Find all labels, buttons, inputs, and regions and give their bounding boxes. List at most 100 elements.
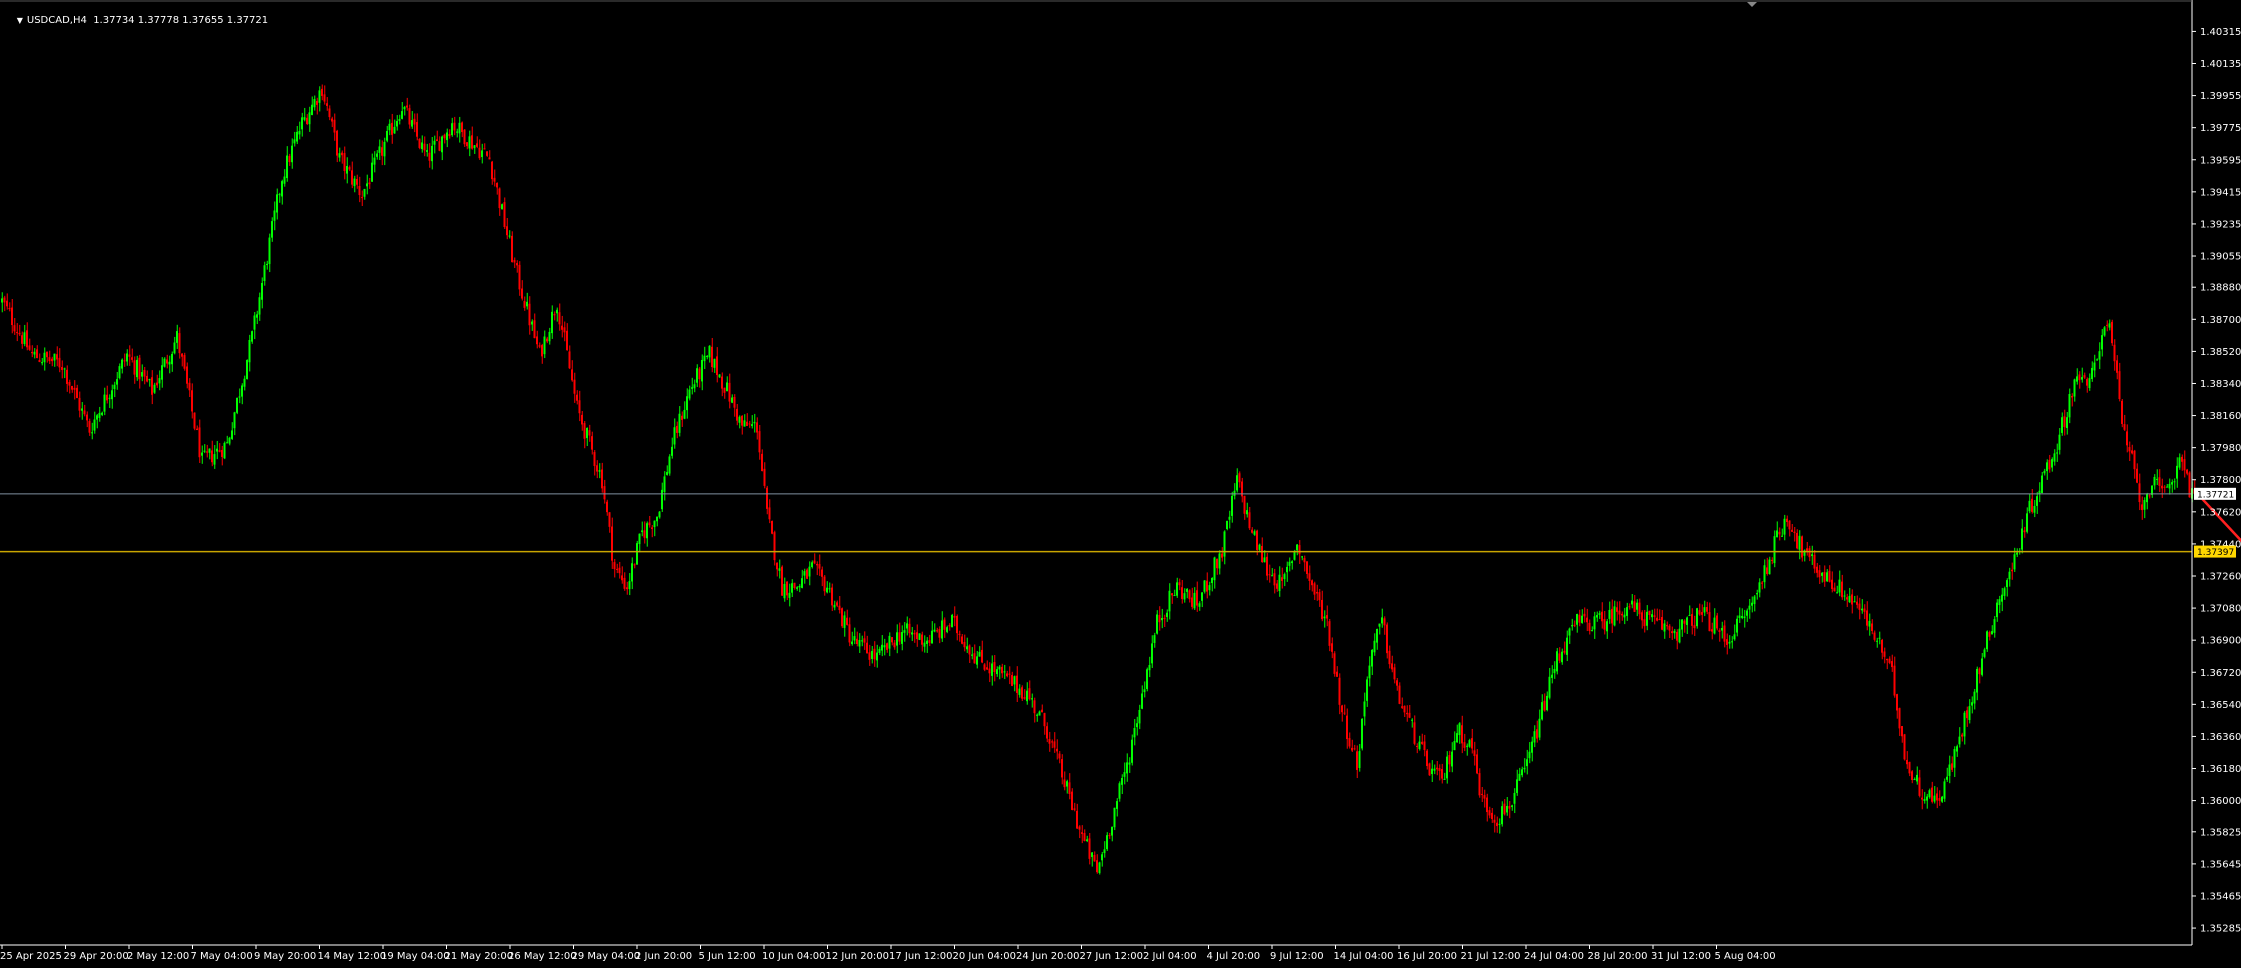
y-tick-label: 1.35465 (2200, 891, 2241, 902)
candle-body (1171, 593, 1173, 596)
chart-window[interactable]: 1.40315 1.40135 1.39955 1.39775 1.39595 1.394… (0, 0, 2241, 968)
candle-body (2183, 459, 2186, 471)
candle-body (1491, 812, 1493, 820)
candle-body (993, 662, 996, 673)
candle-body (1543, 700, 1546, 711)
candle-body (1273, 573, 1276, 586)
candle-body (1918, 777, 1921, 796)
candle-body (996, 669, 998, 675)
candle-body (251, 331, 253, 342)
candle-body (486, 151, 488, 156)
candle-body (1648, 610, 1651, 615)
candle-body (476, 143, 478, 147)
candle-body (1481, 793, 1483, 795)
candle-body (1311, 580, 1313, 586)
candle-body (1861, 608, 1863, 611)
candle-body (1353, 748, 1356, 750)
candle-body (491, 161, 493, 180)
candle-body (1781, 535, 1783, 537)
candle-body (858, 639, 861, 647)
candle-body (1681, 619, 1683, 630)
candle-body (626, 587, 628, 590)
candle-body (1626, 607, 1628, 616)
candle-body (2181, 456, 2183, 462)
candle-body (721, 376, 723, 389)
candle-body (503, 202, 506, 228)
candle-body (881, 644, 883, 651)
candle-body (1488, 810, 1491, 816)
candle-body (1693, 625, 1696, 629)
candle-body (1656, 617, 1658, 621)
x-tick-label: 7 May 04:00 (191, 951, 253, 962)
x-tick-label: 29 May 04:00 (572, 951, 641, 962)
candle-body (1971, 702, 1973, 706)
collapse-triangle-icon[interactable]: ▼ (17, 16, 23, 25)
candle-body (918, 633, 921, 640)
candle-body (718, 374, 721, 378)
candle-body (1428, 763, 1431, 776)
candle-body (1948, 764, 1951, 776)
candle-body (1963, 712, 1966, 737)
candle-body (763, 468, 766, 486)
candle-body (1843, 595, 1846, 597)
x-tick-label: 29 Apr 20:00 (64, 951, 129, 962)
candle-body (838, 605, 841, 611)
candle-body (1478, 773, 1481, 796)
candle-body (1403, 706, 1406, 713)
candle-body (613, 562, 616, 570)
candle-body (1698, 610, 1701, 615)
candle-body (561, 325, 563, 330)
candle-body (1413, 722, 1416, 744)
candle-body (673, 427, 676, 445)
candle-body (1638, 602, 1641, 615)
candle-body (1986, 631, 1988, 650)
candle-body (1351, 747, 1353, 751)
candle-body (1416, 746, 1418, 748)
candle-body (1421, 741, 1423, 744)
candle-body (1631, 600, 1633, 605)
candle-body (971, 654, 973, 656)
candle-body (2053, 453, 2056, 462)
candlestick-chart[interactable]: 1.40315 1.40135 1.39955 1.39775 1.39595 1.394… (0, 0, 2241, 968)
candle-body (783, 583, 786, 599)
candle-body (2023, 530, 2026, 533)
candle-body (938, 629, 941, 638)
candle-body (1601, 611, 1603, 622)
candle-body (551, 311, 553, 334)
candle-body (113, 384, 116, 390)
candle-body (976, 656, 978, 665)
candle (223, 441, 226, 460)
candle-body (1368, 665, 1371, 679)
candle-body (531, 321, 533, 325)
candle-body (693, 384, 696, 389)
candle-body (836, 602, 838, 606)
candle-body (38, 360, 41, 363)
candle-body (213, 454, 216, 465)
candle-body (1848, 595, 1851, 603)
candle-body (161, 365, 163, 380)
candle-body (991, 663, 993, 676)
x-tick-label: 2 May 12:00 (127, 951, 189, 962)
candle (183, 352, 186, 371)
candle-body (556, 309, 558, 314)
candle-body (218, 450, 221, 452)
candle-body (2156, 478, 2158, 480)
candle-body (603, 486, 606, 500)
x-tick-label: 14 Jul 04:00 (1334, 951, 1394, 962)
candle-body (661, 489, 663, 510)
candle-body (1178, 582, 1181, 586)
candle-body (2048, 459, 2051, 470)
candle-body (1053, 741, 1056, 748)
candle-body (406, 105, 408, 108)
candle-body (393, 126, 396, 134)
x-tick-label: 26 May 12:00 (508, 951, 577, 962)
candle-body (433, 140, 436, 145)
candle-body (1376, 628, 1378, 643)
candle-body (1591, 630, 1593, 632)
candle (1428, 762, 1431, 776)
candle-body (1633, 601, 1636, 612)
candle-body (2081, 377, 2083, 380)
candle-body (1208, 585, 1211, 591)
candle-body (761, 453, 763, 472)
candle-body (1676, 631, 1678, 641)
